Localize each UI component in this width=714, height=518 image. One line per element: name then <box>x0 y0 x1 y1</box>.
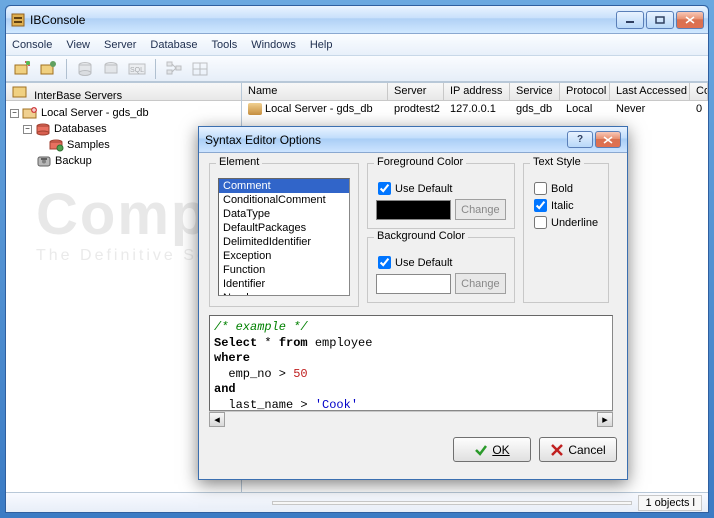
menu-view[interactable]: View <box>66 39 90 51</box>
dialog-title: Syntax Editor Options <box>205 133 567 147</box>
status-text: 1 objects l <box>638 495 702 511</box>
x-icon <box>550 443 564 457</box>
tool-sql-icon[interactable]: SQL <box>127 59 147 79</box>
foreground-group: Foreground Color Use Default Change <box>367 163 515 229</box>
server-icon <box>22 106 38 120</box>
check-icon <box>474 443 488 457</box>
example-hscroll[interactable]: ◂ ▸ <box>209 411 613 427</box>
col-service[interactable]: Service <box>510 83 560 100</box>
syntax-editor-dialog: Syntax Editor Options ? Element CommentC… <box>198 126 628 480</box>
element-list[interactable]: CommentConditionalCommentDataTypeDefault… <box>218 178 350 296</box>
tool-cylinder-icon[interactable] <box>75 59 95 79</box>
dialog-close-button[interactable] <box>595 131 621 148</box>
tool-register-db-icon[interactable] <box>38 59 58 79</box>
fg-swatch <box>376 200 451 220</box>
textstyle-group: Text Style Bold Italic Underline <box>523 163 609 303</box>
tree-header[interactable]: InterBase Servers <box>6 83 241 101</box>
element-item[interactable]: Identifier <box>219 277 349 291</box>
bg-legend: Background Color <box>374 230 468 242</box>
element-group: Element CommentConditionalCommentDataTyp… <box>209 163 359 307</box>
element-item[interactable]: Exception <box>219 249 349 263</box>
toolbar: SQL <box>6 56 708 82</box>
toolbar-separator <box>66 59 67 79</box>
ok-button[interactable]: OK <box>453 437 531 462</box>
toolbar-separator <box>155 59 156 79</box>
italic-check[interactable]: Italic <box>534 199 598 212</box>
col-server[interactable]: Server <box>388 83 444 100</box>
element-item[interactable]: Function <box>219 263 349 277</box>
tool-tree-icon[interactable] <box>164 59 184 79</box>
element-item[interactable]: DefaultPackages <box>219 221 349 235</box>
close-button[interactable] <box>676 11 704 29</box>
element-item[interactable]: Comment <box>219 179 349 193</box>
tree-collapse-icon[interactable]: − <box>10 109 19 118</box>
col-lastacc[interactable]: Last Accessed <box>610 83 690 100</box>
database-item-icon <box>48 138 64 152</box>
cancel-button[interactable]: Cancel <box>539 437 617 462</box>
bold-check[interactable]: Bold <box>534 182 598 195</box>
tool-cylinder2-icon[interactable] <box>101 59 121 79</box>
app-icon <box>10 12 26 28</box>
statusbar: 1 objects l <box>6 492 708 512</box>
bg-change-button[interactable]: Change <box>455 273 506 294</box>
fg-use-default[interactable]: Use Default <box>378 182 504 195</box>
fg-legend: Foreground Color <box>374 156 466 168</box>
tool-grid-icon[interactable] <box>190 59 210 79</box>
list-header: Name Server IP address Service Protocol … <box>242 83 708 101</box>
background-group: Background Color Use Default Change <box>367 237 515 303</box>
col-conn[interactable]: Conn <box>690 83 708 100</box>
server-row-icon <box>248 103 262 115</box>
menubar: Console View Server Database Tools Windo… <box>6 34 708 56</box>
underline-check[interactable]: Underline <box>534 216 598 229</box>
menu-tools[interactable]: Tools <box>212 39 238 51</box>
bg-use-default[interactable]: Use Default <box>378 256 504 269</box>
element-item[interactable]: DelimitedIdentifier <box>219 235 349 249</box>
window-title: IBConsole <box>30 13 616 27</box>
bg-swatch <box>376 274 451 294</box>
element-item[interactable]: Number <box>219 291 349 296</box>
menu-console[interactable]: Console <box>12 39 52 51</box>
maximize-button[interactable] <box>646 11 674 29</box>
dialog-titlebar: Syntax Editor Options ? <box>199 127 627 153</box>
menu-help[interactable]: Help <box>310 39 333 51</box>
col-name[interactable]: Name <box>242 83 388 100</box>
scroll-left-icon[interactable]: ◂ <box>209 412 225 427</box>
minimize-button[interactable] <box>616 11 644 29</box>
fg-change-button[interactable]: Change <box>455 199 506 220</box>
example-preview: /* example */ Select * from employee whe… <box>209 315 613 411</box>
element-item[interactable]: DataType <box>219 207 349 221</box>
tree-collapse-icon[interactable]: − <box>23 125 32 134</box>
col-protocol[interactable]: Protocol <box>560 83 610 100</box>
menu-windows[interactable]: Windows <box>251 39 296 51</box>
scroll-right-icon[interactable]: ▸ <box>597 412 613 427</box>
backup-icon <box>36 154 52 168</box>
element-legend: Element <box>216 156 262 168</box>
help-button[interactable]: ? <box>567 131 593 148</box>
tool-register-server-icon[interactable] <box>12 59 32 79</box>
menu-server[interactable]: Server <box>104 39 136 51</box>
database-icon <box>35 122 51 136</box>
col-ip[interactable]: IP address <box>444 83 510 100</box>
menu-database[interactable]: Database <box>150 39 197 51</box>
textstyle-legend: Text Style <box>530 156 584 168</box>
svg-text:SQL: SQL <box>130 67 144 74</box>
list-row[interactable]: Local Server - gds_db prodtest2 127.0.0.… <box>242 101 708 119</box>
tree-root[interactable]: − Local Server - gds_db <box>8 105 239 121</box>
titlebar: IBConsole <box>6 6 708 34</box>
element-item[interactable]: ConditionalComment <box>219 193 349 207</box>
